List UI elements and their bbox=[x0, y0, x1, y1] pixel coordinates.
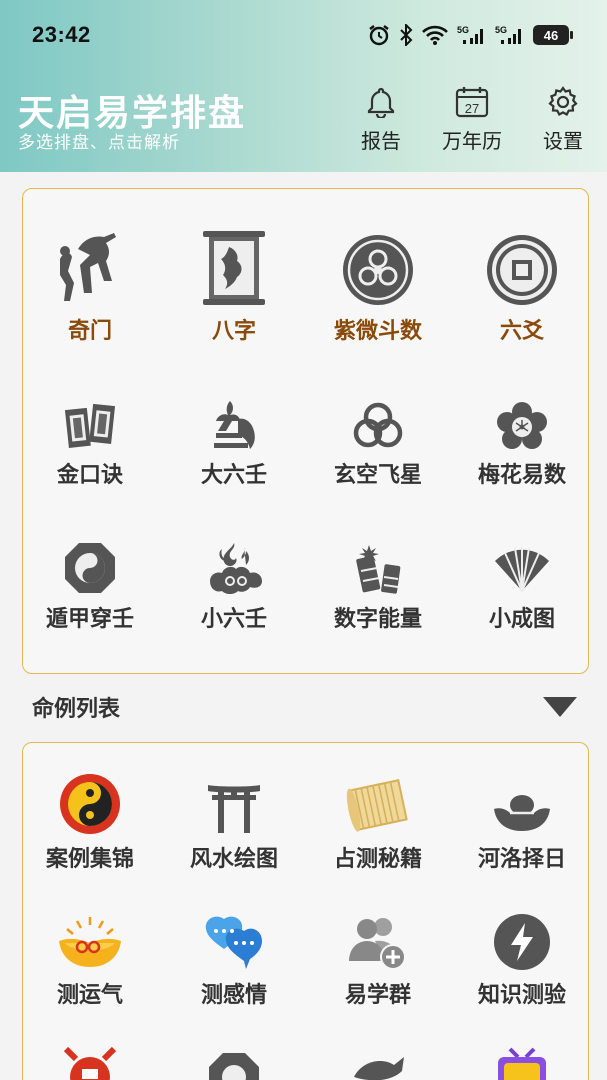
svg-text:5G: 5G bbox=[457, 25, 469, 35]
section-title: 命例列表 bbox=[32, 697, 121, 722]
calendar-button[interactable]: 27 万年历 bbox=[432, 86, 512, 154]
gear-icon bbox=[547, 86, 579, 122]
feature-partial-3[interactable] bbox=[308, 1047, 448, 1080]
tool-xiaochengtu[interactable]: 小成图 bbox=[452, 529, 592, 633]
feature-group[interactable]: 易学群 bbox=[308, 907, 448, 1009]
cloud-flame-icon bbox=[206, 529, 262, 595]
tool-xuankong[interactable]: 玄空飞星 bbox=[308, 385, 448, 489]
report-button[interactable]: 报告 bbox=[341, 86, 421, 154]
jinkoujue-tablets-icon bbox=[63, 385, 117, 451]
divination-tools-card: 奇门 八字 紫微斗数 六爻 金口诀 大六壬 玄空飞星 梅花易数 遁甲穿壬 小六壬… bbox=[22, 188, 589, 674]
ziwei-disc-icon bbox=[341, 229, 415, 307]
yinyang-icon bbox=[59, 771, 121, 835]
feature-secret-book[interactable]: 占测秘籍 bbox=[308, 771, 448, 873]
feature-partial-1[interactable] bbox=[20, 1047, 160, 1080]
ox-mascot-icon bbox=[60, 1047, 120, 1080]
tool-label: 小成图 bbox=[488, 607, 555, 632]
calendar-label: 万年历 bbox=[442, 129, 502, 153]
bamboo-scroll-icon bbox=[345, 771, 411, 835]
case-list-header[interactable]: 命例列表 bbox=[0, 682, 607, 732]
lucky-ingot-icon bbox=[55, 907, 125, 971]
status-bar: 23:42 5G 5G 46 bbox=[0, 0, 607, 70]
report-label: 报告 bbox=[361, 129, 401, 153]
features-card: 案例集锦 风水绘图 占测秘籍 河洛择日 测运气 测感情 易学群 知识测验 bbox=[22, 742, 589, 1080]
feature-partial-4[interactable] bbox=[452, 1047, 592, 1080]
tool-label: 数字能量 bbox=[333, 607, 422, 632]
alarm-icon bbox=[367, 23, 391, 47]
tool-label: 八字 bbox=[211, 319, 256, 344]
qimen-icon bbox=[50, 229, 130, 307]
app-subtitle: 多选排盘、点击解析 bbox=[18, 133, 180, 153]
tool-liuyao[interactable]: 六爻 bbox=[452, 229, 592, 345]
bazi-scroll-icon bbox=[199, 229, 269, 307]
bluetooth-icon bbox=[399, 24, 413, 46]
wifi-icon bbox=[421, 24, 449, 46]
tool-bazi[interactable]: 八字 bbox=[164, 229, 304, 345]
tv-play-icon bbox=[494, 1047, 550, 1080]
signal-5g-icon-2: 5G bbox=[495, 24, 525, 46]
folding-fan-icon bbox=[493, 529, 551, 595]
feature-label: 河洛择日 bbox=[477, 847, 566, 872]
feature-label: 案例集锦 bbox=[45, 847, 134, 872]
chat-hearts-icon bbox=[202, 907, 266, 971]
daliuren-icon bbox=[208, 385, 260, 451]
liuyao-coin-icon bbox=[485, 229, 559, 307]
feature-label: 测感情 bbox=[200, 983, 267, 1008]
settings-button[interactable]: 设置 bbox=[523, 86, 603, 154]
battery-icon: 46 bbox=[533, 25, 573, 45]
tool-dunjia[interactable]: 遁甲穿壬 bbox=[20, 529, 160, 633]
tool-label: 紫微斗数 bbox=[333, 319, 422, 344]
feature-fengshui[interactable]: 风水绘图 bbox=[164, 771, 304, 873]
svg-text:27: 27 bbox=[465, 101, 479, 116]
gold-ingot-icon bbox=[492, 771, 552, 835]
tool-label: 小六壬 bbox=[200, 607, 267, 632]
feature-label: 易学群 bbox=[344, 983, 411, 1008]
svg-text:5G: 5G bbox=[495, 25, 507, 35]
status-icons: 5G 5G 46 bbox=[367, 23, 573, 47]
app-header: 23:42 5G 5G 46 天启易学排盘 多选排盘、点击解析 报告 27 万年… bbox=[0, 0, 607, 172]
add-group-icon bbox=[347, 907, 409, 971]
feature-date-select[interactable]: 河洛择日 bbox=[452, 771, 592, 873]
tool-qimen[interactable]: 奇门 bbox=[20, 229, 160, 345]
feature-label: 风水绘图 bbox=[189, 847, 278, 872]
tool-meihua[interactable]: 梅花易数 bbox=[452, 385, 592, 489]
bell-icon bbox=[366, 86, 396, 122]
bagua-icon bbox=[63, 529, 117, 595]
tool-label: 金口诀 bbox=[56, 463, 123, 488]
tool-label: 六爻 bbox=[499, 319, 544, 344]
tool-jinkoujue[interactable]: 金口诀 bbox=[20, 385, 160, 489]
settings-label: 设置 bbox=[543, 129, 583, 153]
feature-quiz[interactable]: 知识测验 bbox=[452, 907, 592, 1009]
tool-shuzi[interactable]: 数字能量 bbox=[308, 529, 448, 633]
calendar-icon: 27 bbox=[455, 86, 489, 122]
tool-label: 奇门 bbox=[67, 319, 112, 344]
feature-love[interactable]: 测感情 bbox=[164, 907, 304, 1009]
feature-label: 测运气 bbox=[56, 983, 123, 1008]
lightning-icon bbox=[493, 907, 551, 971]
tool-label: 大六壬 bbox=[200, 463, 267, 488]
firecracker-icon bbox=[351, 529, 405, 595]
chevron-down-icon[interactable] bbox=[543, 697, 577, 717]
tool-daliuren[interactable]: 大六壬 bbox=[164, 385, 304, 489]
feature-partial-2[interactable] bbox=[164, 1047, 304, 1080]
feature-luck[interactable]: 测运气 bbox=[20, 907, 160, 1009]
bagua-small-icon bbox=[207, 1047, 261, 1080]
tool-label: 遁甲穿壬 bbox=[45, 607, 134, 632]
plum-blossom-icon bbox=[495, 385, 549, 451]
koi-fish-icon bbox=[348, 1047, 408, 1080]
xuankong-rings-icon bbox=[351, 385, 405, 451]
tool-xiaoliuren[interactable]: 小六壬 bbox=[164, 529, 304, 633]
tool-label: 梅花易数 bbox=[477, 463, 566, 488]
feature-label: 占测秘籍 bbox=[333, 847, 422, 872]
tool-ziwei[interactable]: 紫微斗数 bbox=[308, 229, 448, 345]
torii-gate-icon bbox=[206, 771, 262, 835]
status-time: 23:42 bbox=[32, 22, 91, 47]
signal-5g-icon-1: 5G bbox=[457, 24, 487, 46]
feature-cases[interactable]: 案例集锦 bbox=[20, 771, 160, 873]
feature-label: 知识测验 bbox=[477, 983, 566, 1008]
tool-label: 玄空飞星 bbox=[333, 463, 422, 488]
